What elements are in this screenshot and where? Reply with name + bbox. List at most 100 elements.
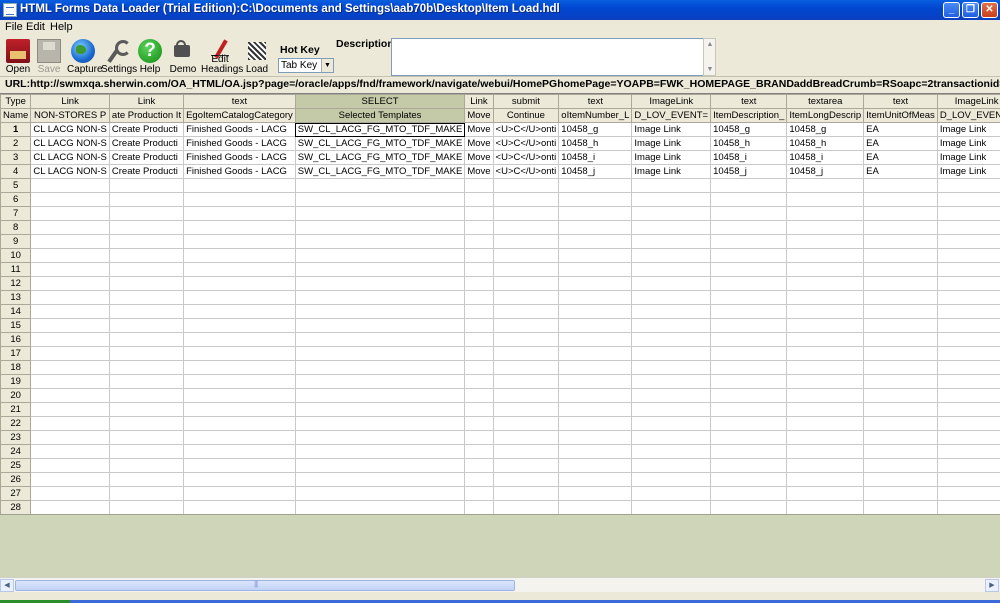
grid-cell[interactable] bbox=[710, 346, 788, 361]
grid-cell[interactable] bbox=[558, 290, 633, 305]
grid-cell[interactable] bbox=[863, 374, 938, 389]
grid-cell[interactable] bbox=[183, 262, 296, 277]
grid-cell[interactable]: 10458_h bbox=[558, 136, 633, 151]
grid-cell[interactable] bbox=[464, 444, 494, 459]
grid-cell[interactable] bbox=[464, 472, 494, 487]
grid-cell[interactable]: SW_CL_LACG_FG_MTO_TDF_MAKE bbox=[294, 164, 466, 179]
grid-cell[interactable] bbox=[30, 318, 110, 333]
grid-cell[interactable] bbox=[108, 346, 185, 361]
grid-cell[interactable] bbox=[710, 444, 788, 459]
grid-cell[interactable] bbox=[183, 332, 296, 347]
grid-cell[interactable] bbox=[558, 444, 633, 459]
grid-cell[interactable] bbox=[183, 318, 296, 333]
column-type-header[interactable]: text bbox=[183, 94, 296, 109]
grid-cell[interactable] bbox=[558, 416, 633, 431]
row-number[interactable]: 15 bbox=[0, 318, 32, 333]
grid-cell[interactable] bbox=[558, 430, 633, 445]
grid-cell[interactable] bbox=[183, 178, 296, 193]
grid-cell[interactable] bbox=[30, 248, 110, 263]
grid-cell[interactable] bbox=[631, 304, 712, 319]
grid-cell[interactable] bbox=[492, 500, 560, 514]
grid-cell[interactable]: <U>C</U>onti bbox=[492, 150, 560, 165]
grid-cell[interactable] bbox=[108, 318, 185, 333]
grid-cell[interactable] bbox=[294, 430, 466, 445]
scroll-down-icon[interactable]: ▼ bbox=[705, 65, 715, 75]
grid-cell[interactable] bbox=[863, 458, 938, 473]
grid-cell[interactable] bbox=[558, 206, 633, 221]
grid-cell[interactable] bbox=[108, 360, 185, 375]
grid-cell[interactable] bbox=[183, 416, 296, 431]
grid-cell[interactable]: CL LACG NON-S bbox=[30, 122, 110, 137]
grid-cell[interactable] bbox=[786, 262, 865, 277]
grid-cell[interactable] bbox=[936, 304, 1000, 319]
grid-cell[interactable] bbox=[631, 234, 712, 249]
column-name-header[interactable]: D_LOV_EVENT= bbox=[631, 108, 712, 123]
grid-cell[interactable] bbox=[863, 402, 938, 417]
row-number[interactable]: 12 bbox=[0, 276, 32, 291]
grid-cell[interactable] bbox=[710, 430, 788, 445]
grid-cell[interactable] bbox=[786, 346, 865, 361]
grid-cell[interactable] bbox=[558, 458, 633, 473]
grid-cell[interactable] bbox=[863, 472, 938, 487]
grid-cell[interactable] bbox=[183, 290, 296, 305]
grid-cell[interactable] bbox=[464, 290, 494, 305]
grid-cell[interactable] bbox=[863, 234, 938, 249]
grid-cell[interactable] bbox=[558, 304, 633, 319]
load-button[interactable]: Load bbox=[243, 37, 271, 75]
grid-cell[interactable] bbox=[631, 290, 712, 305]
grid-cell[interactable] bbox=[464, 192, 494, 207]
row-number[interactable]: 14 bbox=[0, 304, 32, 319]
grid-cell[interactable] bbox=[108, 458, 185, 473]
grid-cell[interactable] bbox=[558, 374, 633, 389]
grid-cell[interactable]: Image Link bbox=[936, 164, 1000, 179]
column-name-header[interactable]: oItemNumber_L bbox=[558, 108, 633, 123]
grid-cell[interactable] bbox=[786, 444, 865, 459]
row-number[interactable]: 18 bbox=[0, 360, 32, 375]
grid-cell[interactable] bbox=[183, 276, 296, 291]
grid-cell[interactable] bbox=[294, 318, 466, 333]
grid-cell[interactable] bbox=[492, 276, 560, 291]
grid-cell[interactable] bbox=[464, 262, 494, 277]
grid-cell[interactable] bbox=[863, 248, 938, 263]
grid-cell[interactable] bbox=[492, 472, 560, 487]
chevron-down-icon[interactable]: ▼ bbox=[321, 59, 333, 72]
grid-cell[interactable] bbox=[631, 444, 712, 459]
scroll-left-icon[interactable]: ◀ bbox=[0, 579, 14, 592]
row-number[interactable]: 13 bbox=[0, 290, 32, 305]
grid-cell[interactable] bbox=[558, 402, 633, 417]
grid-cell[interactable] bbox=[863, 206, 938, 221]
grid-cell[interactable] bbox=[558, 220, 633, 235]
grid-cell[interactable] bbox=[631, 388, 712, 403]
grid-cell[interactable] bbox=[631, 346, 712, 361]
grid-cell[interactable] bbox=[30, 458, 110, 473]
grid-cell[interactable] bbox=[710, 178, 788, 193]
close-button[interactable]: ✕ bbox=[981, 2, 998, 18]
grid-cell[interactable] bbox=[863, 192, 938, 207]
save-button[interactable]: Save bbox=[35, 37, 63, 75]
grid-cell[interactable] bbox=[492, 360, 560, 375]
grid-cell[interactable] bbox=[492, 304, 560, 319]
grid-cell[interactable] bbox=[631, 486, 712, 501]
grid-cell[interactable] bbox=[710, 220, 788, 235]
grid-cell[interactable] bbox=[30, 444, 110, 459]
grid-cell[interactable] bbox=[464, 360, 494, 375]
grid-cell[interactable] bbox=[631, 206, 712, 221]
grid-cell[interactable] bbox=[108, 472, 185, 487]
grid-cell[interactable] bbox=[294, 402, 466, 417]
grid-cell[interactable] bbox=[464, 304, 494, 319]
grid-cell[interactable] bbox=[294, 500, 466, 514]
row-number[interactable]: 4 bbox=[0, 164, 32, 179]
grid-cell[interactable] bbox=[30, 500, 110, 514]
grid-cell[interactable] bbox=[183, 402, 296, 417]
grid-cell[interactable] bbox=[863, 262, 938, 277]
column-name-header[interactable]: ItemUnitOfMeas bbox=[863, 108, 938, 123]
row-number[interactable]: 10 bbox=[0, 248, 32, 263]
grid-cell[interactable] bbox=[863, 304, 938, 319]
grid-cell[interactable] bbox=[710, 472, 788, 487]
grid-cell[interactable] bbox=[558, 318, 633, 333]
menu-help[interactable]: Help bbox=[50, 21, 73, 33]
grid-cell[interactable] bbox=[936, 262, 1000, 277]
grid-cell[interactable] bbox=[631, 248, 712, 263]
grid-cell[interactable] bbox=[710, 402, 788, 417]
grid-cell[interactable] bbox=[863, 500, 938, 514]
